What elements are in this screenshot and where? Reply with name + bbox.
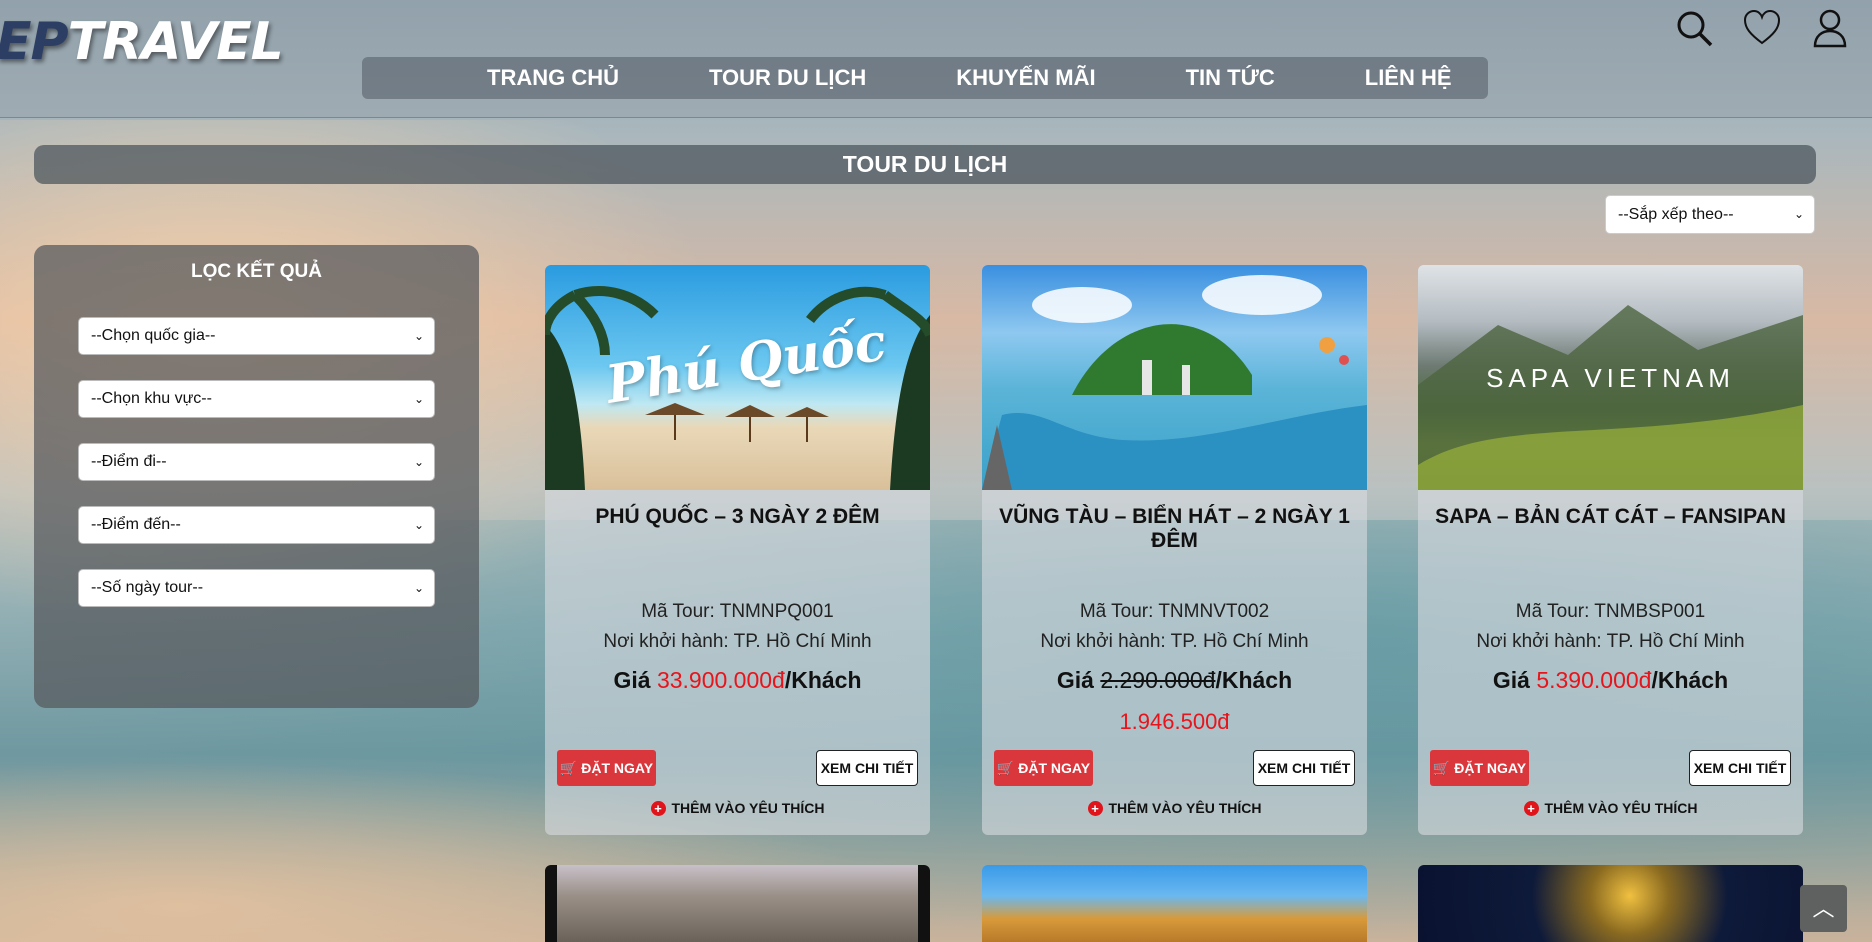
- tour-image-caption: SAPA VIETNAM: [1486, 363, 1735, 393]
- tour-title[interactable]: PHÚ QUỐC – 3 NGÀY 2 ĐÊM: [545, 505, 930, 529]
- tour-card[interactable]: SAPA VIETNAM SAPA – BẢN CÁT CÁT – FANSIP…: [1418, 265, 1803, 835]
- tour-sale-price: 1.946.500đ: [1119, 709, 1230, 734]
- add-favorite-link[interactable]: + THÊM VÀO YÊU THÍCH: [1418, 800, 1803, 816]
- tour-departure: Nơi khởi hành: TP. Hồ Chí Minh: [603, 631, 872, 652]
- main-nav: TRANG CHỦ TOUR DU LỊCH KHUYẾN MÃI TIN TỨ…: [362, 57, 1488, 99]
- filter-panel: LỌC KẾT QUẢ --Chọn quốc gia-- ⌄ --Chọn kh…: [34, 245, 479, 708]
- view-detail-button[interactable]: XEM CHI TIẾT: [1253, 750, 1355, 786]
- tour-image[interactable]: SAPA VIETNAM: [1418, 265, 1803, 490]
- add-favorite-link[interactable]: + THÊM VÀO YÊU THÍCH: [982, 800, 1367, 816]
- view-detail-button[interactable]: XEM CHI TIẾT: [816, 750, 918, 786]
- tour-card-image-partial[interactable]: [982, 865, 1367, 942]
- nav-home[interactable]: TRANG CHỦ: [487, 65, 619, 91]
- nav-tours[interactable]: TOUR DU LỊCH: [709, 65, 866, 91]
- tour-departure: Nơi khởi hành: TP. Hồ Chí Minh: [1476, 631, 1745, 652]
- tour-title[interactable]: VŨNG TÀU – BIỂN HÁT – 2 NGÀY 1 ĐÊM: [982, 505, 1367, 553]
- chevron-down-icon: ⌄: [413, 329, 424, 343]
- tour-card-image-partial[interactable]: [545, 865, 930, 942]
- chevron-down-icon: ⌄: [413, 392, 424, 406]
- site-header: EPTRAVEL TRANG CHỦ TOUR DU LỊCH KHUYẾN M…: [0, 0, 1872, 118]
- cart-icon: 🛒: [1432, 760, 1451, 776]
- site-logo[interactable]: EPTRAVEL: [0, 12, 284, 72]
- cart-icon: 🛒: [559, 760, 578, 776]
- plus-circle-icon: +: [650, 801, 666, 816]
- tour-code: Mã Tour: TNMNPQ001: [641, 601, 834, 622]
- plus-circle-icon: +: [1523, 801, 1539, 816]
- book-now-button[interactable]: 🛒 ĐẶT NGAY: [557, 750, 656, 786]
- tour-card[interactable]: VŨNG TÀU – BIỂN HÁT – 2 NGÀY 1 ĐÊM Mã To…: [982, 265, 1367, 835]
- sort-select[interactable]: --Sắp xếp theo-- ⌄: [1605, 195, 1815, 234]
- tour-price: Giá 2.290.000đ/Khách: [1056, 667, 1293, 693]
- tour-card-image-partial[interactable]: [1418, 865, 1803, 942]
- tour-image[interactable]: [982, 265, 1367, 490]
- book-now-button[interactable]: 🛒 ĐẶT NGAY: [1430, 750, 1529, 786]
- chevron-down-icon: ⌄: [413, 518, 424, 532]
- chevron-down-icon: ⌄: [413, 581, 424, 595]
- scroll-to-top-button[interactable]: ︿: [1800, 885, 1847, 932]
- country-select[interactable]: --Chọn quốc gia-- ⌄: [78, 317, 435, 355]
- search-icon[interactable]: [1674, 8, 1714, 48]
- chevron-down-icon: ⌄: [413, 455, 424, 469]
- nav-contact[interactable]: LIÊN HỆ: [1365, 65, 1452, 91]
- chevron-up-icon: ︿: [1812, 896, 1835, 921]
- chevron-down-icon: ⌄: [1793, 207, 1804, 221]
- tour-price: Giá 5.390.000đ/Khách: [1492, 667, 1729, 693]
- tour-departure: Nơi khởi hành: TP. Hồ Chí Minh: [1040, 631, 1309, 652]
- tour-code: Mã Tour: TNMNVT002: [1079, 601, 1270, 622]
- book-now-button[interactable]: 🛒 ĐẶT NGAY: [994, 750, 1093, 786]
- nav-news[interactable]: TIN TỨC: [1186, 65, 1275, 91]
- tour-price: Giá 33.900.000đ/Khách: [613, 667, 862, 693]
- page-title: TOUR DU LỊCH: [34, 145, 1816, 184]
- filter-title: LỌC KẾT QUẢ: [191, 261, 322, 282]
- days-select[interactable]: --Số ngày tour-- ⌄: [78, 569, 435, 607]
- tour-code: Mã Tour: TNMBSP001: [1515, 601, 1706, 622]
- destination-select[interactable]: --Điểm đến-- ⌄: [78, 506, 435, 544]
- tour-image[interactable]: Phú Quốc: [545, 265, 930, 490]
- region-select[interactable]: --Chọn khu vực-- ⌄: [78, 380, 435, 418]
- cart-icon: 🛒: [996, 760, 1015, 776]
- tour-card[interactable]: Phú Quốc PHÚ QUỐC – 3 NGÀY 2 ĐÊM Mã Tour…: [545, 265, 930, 835]
- user-icon[interactable]: [1810, 8, 1850, 48]
- view-detail-button[interactable]: XEM CHI TIẾT: [1689, 750, 1791, 786]
- tour-title[interactable]: SAPA – BẢN CÁT CÁT – FANSIPAN: [1418, 505, 1803, 529]
- add-favorite-link[interactable]: + THÊM VÀO YÊU THÍCH: [545, 800, 930, 816]
- plus-circle-icon: +: [1087, 801, 1103, 816]
- departure-select[interactable]: --Điểm đi-- ⌄: [78, 443, 435, 481]
- heart-icon[interactable]: [1742, 8, 1782, 48]
- nav-promotions[interactable]: KHUYẾN MÃI: [956, 65, 1095, 91]
